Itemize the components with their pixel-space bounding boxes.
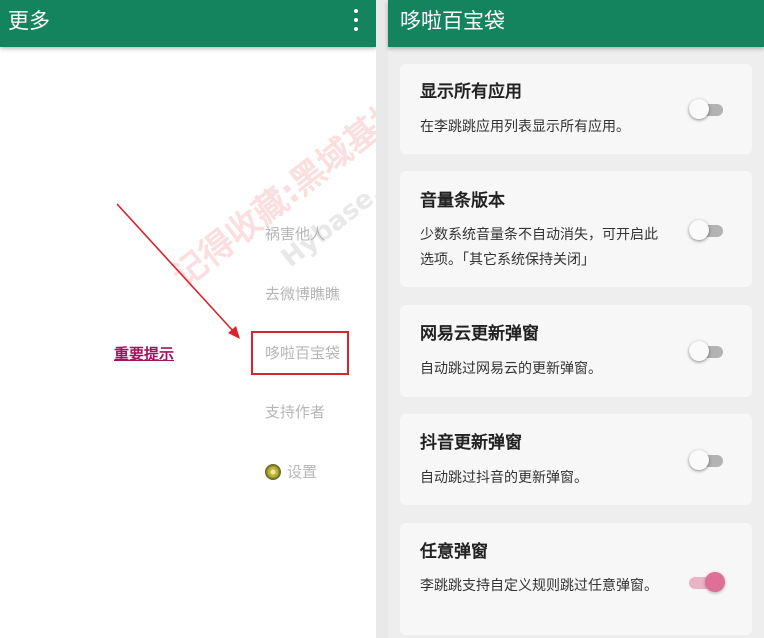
dora-title: 哆啦百宝袋 xyxy=(400,9,505,33)
setting-title: 显示所有应用 xyxy=(420,82,522,102)
setting-desc: 在李跳跳应用列表显示所有应用。 xyxy=(420,119,630,135)
setting-switch[interactable] xyxy=(689,572,725,592)
setting-card[interactable]: 显示所有应用 在李跳跳应用列表显示所有应用。 xyxy=(400,64,752,154)
highlight-box xyxy=(251,331,349,375)
setting-desc: 李跳跳支持自定义规则跳过任意弹窗。 xyxy=(420,578,658,594)
important-notice-link[interactable]: 重要提示 xyxy=(114,343,174,364)
setting-card[interactable]: 音量条版本 少数系统音量条不自动消失，可开启此选项。「其它系统保持关闭」 xyxy=(400,171,752,287)
setting-desc: 自动跳过抖音的更新弹窗。 xyxy=(420,470,588,486)
more-app-bar: 更多 xyxy=(0,0,376,47)
menu-item-support-author[interactable]: 支持作者 xyxy=(265,402,325,422)
setting-switch[interactable] xyxy=(689,341,725,361)
annotation-arrow xyxy=(116,203,240,339)
kiwi-icon xyxy=(265,464,281,480)
menu-item-settings-label: 设置 xyxy=(287,463,318,481)
menu-item-settings[interactable]: 设置 xyxy=(265,462,317,482)
setting-title: 网易云更新弹窗 xyxy=(420,324,539,344)
setting-title: 音量条版本 xyxy=(420,191,505,211)
setting-switch[interactable] xyxy=(689,220,725,240)
menu-item-weibo[interactable]: 去微博瞧瞧 xyxy=(265,284,340,304)
panel-divider xyxy=(376,0,388,638)
more-screen: 更多 祸害他人 去微博瞧瞧 哆啦百宝袋 支持作者 设置 重要提示 记得收藏:黑域… xyxy=(0,0,435,638)
setting-desc: 自动跳过网易云的更新弹窗。 xyxy=(420,361,602,377)
dora-bag-screen: 哆啦百宝袋 显示所有应用 在李跳跳应用列表显示所有应用。 音量条版本 少数系统音… xyxy=(388,0,764,638)
setting-card[interactable]: 抖音更新弹窗 自动跳过抖音的更新弹窗。 xyxy=(400,414,752,505)
setting-switch[interactable] xyxy=(689,99,725,119)
setting-card[interactable]: 任意弹窗 李跳跳支持自定义规则跳过任意弹窗。 xyxy=(400,523,752,635)
more-title: 更多 xyxy=(8,9,50,33)
setting-card[interactable]: 网易云更新弹窗 自动跳过网易云的更新弹窗。 xyxy=(400,305,752,397)
setting-desc: 少数系统音量条不自动消失，可开启此选项。「其它系统保持关闭」 xyxy=(420,227,658,268)
more-vert-icon[interactable] xyxy=(346,9,366,31)
setting-title: 抖音更新弹窗 xyxy=(420,433,522,453)
setting-switch[interactable] xyxy=(689,450,725,470)
setting-title: 任意弹窗 xyxy=(420,542,488,562)
menu-item-harm-others[interactable]: 祸害他人 xyxy=(265,224,325,244)
dora-app-bar: 哆啦百宝袋 xyxy=(388,0,764,47)
